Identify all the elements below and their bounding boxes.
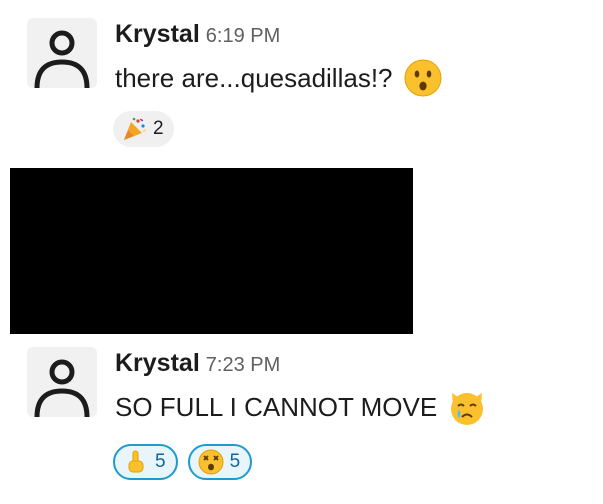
message-text: SO FULL I CANNOT MOVE <box>115 387 487 427</box>
author-name[interactable]: Krystal <box>115 349 200 377</box>
reaction-count: 5 <box>229 451 241 472</box>
reaction-party-popper[interactable]: 2 <box>113 111 174 147</box>
reaction-dizzy-face[interactable]: 5 <box>187 444 253 480</box>
message-body: there are...quesadillas!? <box>115 62 393 93</box>
reaction-bar: 5 5 <box>113 444 253 480</box>
reaction-count: 5 <box>155 451 166 472</box>
redacted-block <box>10 168 413 334</box>
timestamp[interactable]: 7:23 PM <box>206 354 280 376</box>
party-popper-icon <box>124 117 147 140</box>
dizzy-face-icon <box>198 449 224 475</box>
user-placeholder-icon <box>34 30 90 88</box>
message-header: Krystal 7:23 PM <box>115 349 280 378</box>
reaction-count: 2 <box>153 118 164 139</box>
message-body: SO FULL I CANNOT MOVE <box>115 391 438 422</box>
author-name[interactable]: Krystal <box>115 20 200 48</box>
avatar[interactable] <box>27 347 97 417</box>
reaction-index-pointing-up[interactable]: 5 <box>113 444 178 480</box>
message-header: Krystal 6:19 PM <box>115 20 280 49</box>
index-pointing-up-icon <box>128 450 144 473</box>
avatar[interactable] <box>27 18 97 88</box>
user-placeholder-icon <box>34 359 90 417</box>
message-text: there are...quesadillas!? <box>115 58 443 98</box>
reaction-bar: 2 <box>113 111 174 147</box>
timestamp[interactable]: 6:19 PM <box>206 25 280 47</box>
hushed-face-icon <box>404 59 442 97</box>
crying-cat-face-icon <box>451 393 484 425</box>
